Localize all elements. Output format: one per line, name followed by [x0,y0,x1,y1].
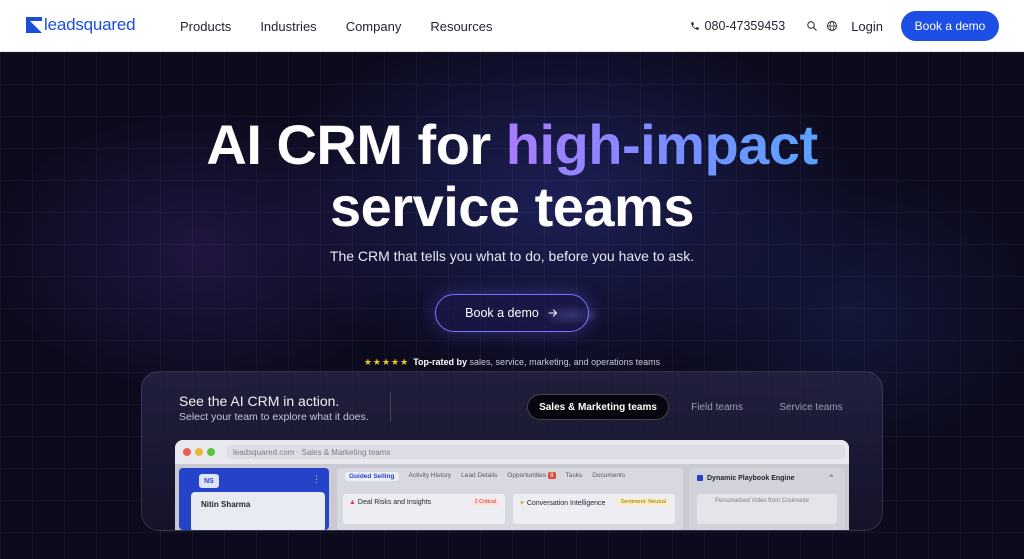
preview-tab-tasks: Tasks [565,472,583,479]
playbook-panel: Dynamic Playbook Engine ⌃ Personalized V… [689,468,845,530]
preview-titlebar: leadsquared.com · Sales & Marketing team… [175,440,849,464]
crm-preview-window: leadsquared.com · Sales & Marketing team… [175,440,849,530]
avatar: NS [199,474,219,488]
preview-tab-documents: Documents [592,472,626,479]
kebab-menu-icon: ⋮ [312,474,321,484]
menu-item-resources[interactable]: Resources [430,19,492,34]
rating-line: ★★★★★ Top-rated by sales, service, market… [0,357,1024,368]
tab-sales-marketing[interactable]: Sales & Marketing teams [527,394,669,420]
top-nav: leadsquared Products Industries Company … [0,0,1024,52]
phone-link[interactable]: 080-47359453 [690,19,786,33]
minimize-dot-icon [195,448,203,456]
deal-risks-panel: ▲ Deal Risks and Insights 2 Critical [343,494,505,524]
logo-text: leadsquared [44,15,136,34]
book-demo-hero-label: Book a demo [465,306,539,320]
card-divider [390,392,391,422]
playbook-icon [697,475,703,481]
rating-text: sales, service, marketing, and operation… [469,357,661,367]
book-demo-hero-button[interactable]: Book a demo [435,294,589,332]
logo-mark-icon [26,17,42,33]
preview-main-panel: Guided Selling Activity History Lead Det… [337,468,683,530]
nav-right: 080-47359453 Login Book a demo [690,0,999,52]
opportunities-badge: 8 [547,472,556,479]
menu-item-company[interactable]: Company [346,19,402,34]
contact-card: Nitin Sharma [191,492,325,530]
login-link[interactable]: Login [851,19,883,34]
arrow-right-icon [548,309,557,317]
leadsquared-logo[interactable]: leadsquared [26,15,136,35]
menu-item-industries[interactable]: Industries [260,19,316,34]
main-menu: Products Industries Company Resources [180,0,492,52]
conversation-intel-title: Conversation Intelligence [526,500,606,507]
sentiment-tag: Sentiment: Neutral [617,498,669,506]
hero-title: AI CRM for high-impact service teams [0,114,1024,238]
hero-subtitle: The CRM that tells you what to do, befor… [329,248,695,264]
contact-name: Nitin Sharma [201,500,251,509]
hero-title-plain: AI CRM for [206,113,491,176]
warning-icon: ▲ [349,499,356,506]
preview-tab-activity-history: Activity History [408,472,452,479]
preview-url-bar: leadsquared.com · Sales & Marketing team… [227,445,845,459]
phone-number: 080-47359453 [704,19,786,33]
playbook-title: Dynamic Playbook Engine ⌃ [697,474,834,482]
card-title: See the AI CRM in action. [179,393,340,409]
preview-tab-lead-details: Lead Details [461,472,498,479]
phone-icon [690,22,699,30]
critical-tag: 2 Critical [471,498,499,506]
tab-field-teams[interactable]: Field teams [682,394,752,420]
language-button[interactable] [823,17,841,35]
card-subtitle: Select your team to explore what it does… [179,411,369,423]
hero-title-line2: service teams [329,175,695,238]
search-button[interactable] [803,17,821,35]
menu-item-products[interactable]: Products [180,19,231,34]
book-demo-nav-button[interactable]: Book a demo [901,11,999,41]
chevron-up-icon: ⌃ [828,475,835,482]
search-icon [807,21,818,31]
star-rating-icon: ★★★★★ [363,357,410,367]
hero-title-highlight: high-impact [505,113,818,176]
preview-tabs: Guided Selling Activity History Lead Det… [345,472,625,481]
preview-contact-panel: NS ⋮ Nitin Sharma [179,468,329,530]
preview-tab-guided-selling: Guided Selling [345,472,399,481]
preview-body: NS ⋮ Nitin Sharma Guided Selling Activit… [175,464,849,530]
deal-risks-title: Deal Risks and Insights [357,499,432,506]
close-dot-icon [183,448,191,456]
conversation-intel-panel: ✦ Conversation Intelligence Sentiment: N… [513,494,675,524]
maximize-dot-icon [207,448,215,456]
playbook-item: Personalized Video from Counselor [697,494,837,524]
tab-service-teams[interactable]: Service teams [770,394,852,420]
globe-icon [827,21,838,31]
sparkle-icon: ✦ [519,500,525,507]
preview-tab-opportunities: Opportunities 8 [507,472,556,479]
rating-bold: Top-rated by [413,357,468,367]
